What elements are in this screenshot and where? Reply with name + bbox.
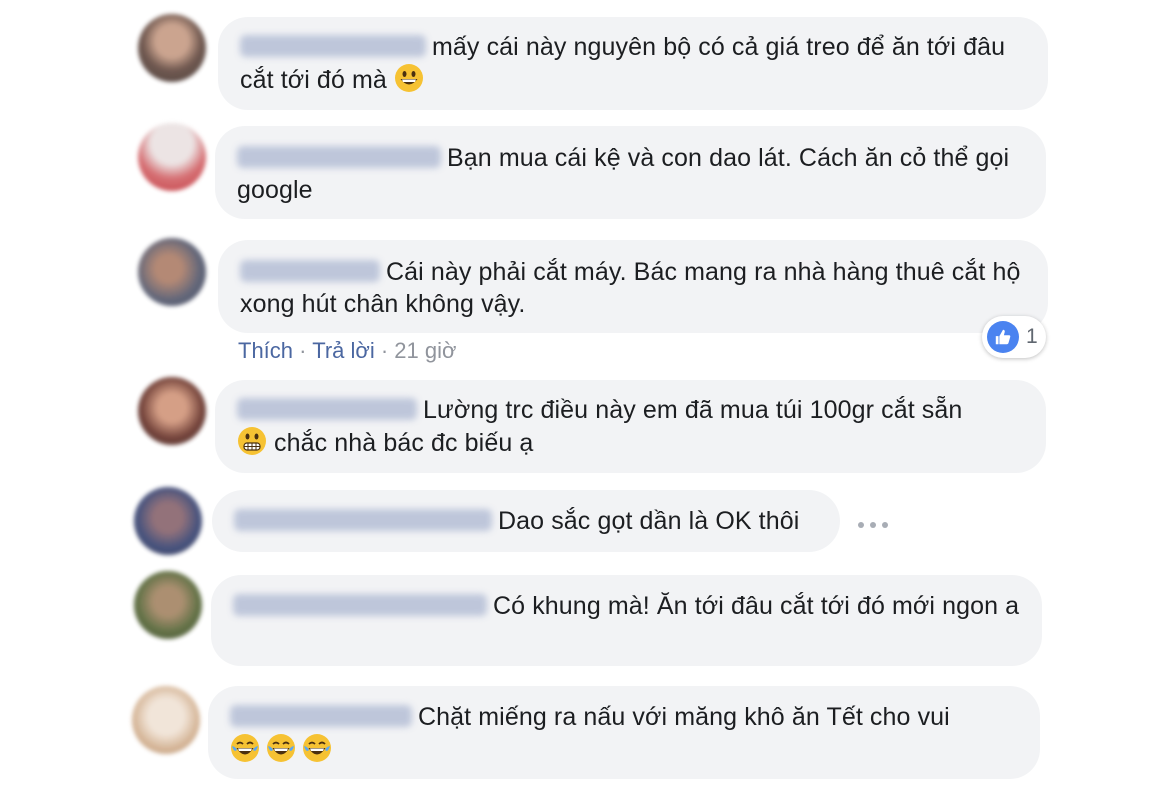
- avatar[interactable]: [138, 377, 206, 445]
- comment-text: Có khung mà! Ăn tới đâu cắt tới đó mới n…: [493, 592, 1020, 620]
- commenter-name[interactable]: [237, 398, 417, 420]
- commenter-name[interactable]: [230, 705, 412, 727]
- comment-bubble: Bạn mua cái kệ và con dao lát. Cách ăn c…: [215, 126, 1046, 219]
- grimacing-emoji-icon: [237, 426, 267, 456]
- comment-text: chắc nhà bác đc biếu ạ: [274, 429, 534, 457]
- avatar[interactable]: [138, 14, 206, 82]
- commenter-name[interactable]: [240, 35, 426, 57]
- like-link[interactable]: Thích: [238, 338, 293, 363]
- reply-link[interactable]: Trả lời: [312, 338, 375, 363]
- comment-bubble: Có khung mà! Ăn tới đâu cắt tới đó mới n…: [211, 575, 1042, 666]
- separator: ·: [299, 338, 307, 363]
- avatar[interactable]: [132, 686, 200, 754]
- comment-actions: Thích · Trả lời · 21 giờ: [238, 338, 456, 364]
- avatar[interactable]: [134, 571, 202, 639]
- commenter-name[interactable]: [240, 260, 380, 282]
- commenter-name[interactable]: [234, 509, 492, 531]
- timestamp[interactable]: 21 giờ: [394, 338, 456, 363]
- comment-bubble: Cái này phải cắt máy. Bác mang ra nhà hà…: [218, 240, 1048, 333]
- comment-text: Dao sắc gọt dần là OK thôi: [498, 507, 800, 535]
- comment-text: Chặt miếng ra nấu với măng khô ăn Tết ch…: [418, 703, 950, 731]
- reaction-count[interactable]: 1: [982, 316, 1046, 358]
- comment-bubble: Lường trc điều này em đã mua túi 100gr c…: [215, 380, 1046, 473]
- avatar[interactable]: [134, 487, 202, 555]
- tears-of-joy-emoji-icon: [230, 733, 260, 763]
- avatar[interactable]: [138, 123, 206, 191]
- commenter-name[interactable]: [233, 594, 487, 616]
- like-icon: [987, 321, 1019, 353]
- more-options-icon[interactable]: [858, 515, 888, 535]
- separator: ·: [380, 338, 389, 363]
- reaction-number: 1: [1026, 325, 1038, 348]
- commenter-name[interactable]: [237, 146, 441, 168]
- comment-bubble: mấy cái này nguyên bộ có cả giá treo để …: [218, 17, 1048, 110]
- tears-of-joy-emoji-icon: [302, 733, 332, 763]
- comment-bubble: Chặt miếng ra nấu với măng khô ăn Tết ch…: [208, 686, 1040, 779]
- avatar[interactable]: [138, 238, 206, 306]
- grinning-emoji-icon: [394, 63, 424, 93]
- tears-of-joy-emoji-icon: [266, 733, 296, 763]
- comment-text: Lường trc điều này em đã mua túi 100gr c…: [423, 396, 963, 424]
- comment-bubble: Dao sắc gọt dần là OK thôi: [212, 490, 840, 552]
